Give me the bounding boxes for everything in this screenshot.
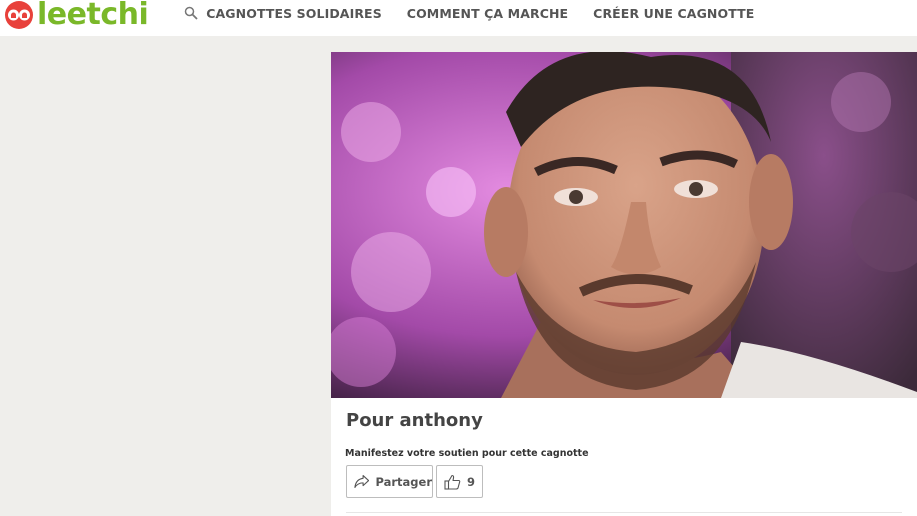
thumbs-up-icon <box>444 474 461 490</box>
logo-badge-icon <box>5 1 33 29</box>
campaign-card: Pour anthony Manifestez votre soutien po… <box>331 52 917 516</box>
nav-item-creer-une-cagnotte[interactable]: CRÉER UNE CAGNOTTE <box>593 6 754 21</box>
search-icon <box>185 6 198 20</box>
share-button-label: Partager <box>375 474 432 489</box>
top-navigation-bar: leetchi CAGNOTTES SOLIDAIRES COMMENT ÇA … <box>0 0 917 36</box>
nav-item-cagnottes-solidaires[interactable]: CAGNOTTES SOLIDAIRES <box>206 6 382 21</box>
campaign-photo <box>331 52 917 398</box>
nav-item-comment-ca-marche[interactable]: COMMENT ÇA MARCHE <box>407 6 568 21</box>
leetchi-logo[interactable]: leetchi <box>2 0 149 32</box>
divider <box>346 512 902 513</box>
main-nav: CAGNOTTES SOLIDAIRES COMMENT ÇA MARCHE C… <box>184 6 779 21</box>
logo-wordmark: leetchi <box>37 0 149 32</box>
like-button[interactable]: 9 <box>436 465 483 498</box>
share-button[interactable]: Partager <box>346 465 433 498</box>
support-text: Manifestez votre soutien pour cette cagn… <box>345 448 589 459</box>
share-icon <box>354 475 370 488</box>
like-count: 9 <box>467 474 476 489</box>
campaign-title: Pour anthony <box>346 410 483 431</box>
